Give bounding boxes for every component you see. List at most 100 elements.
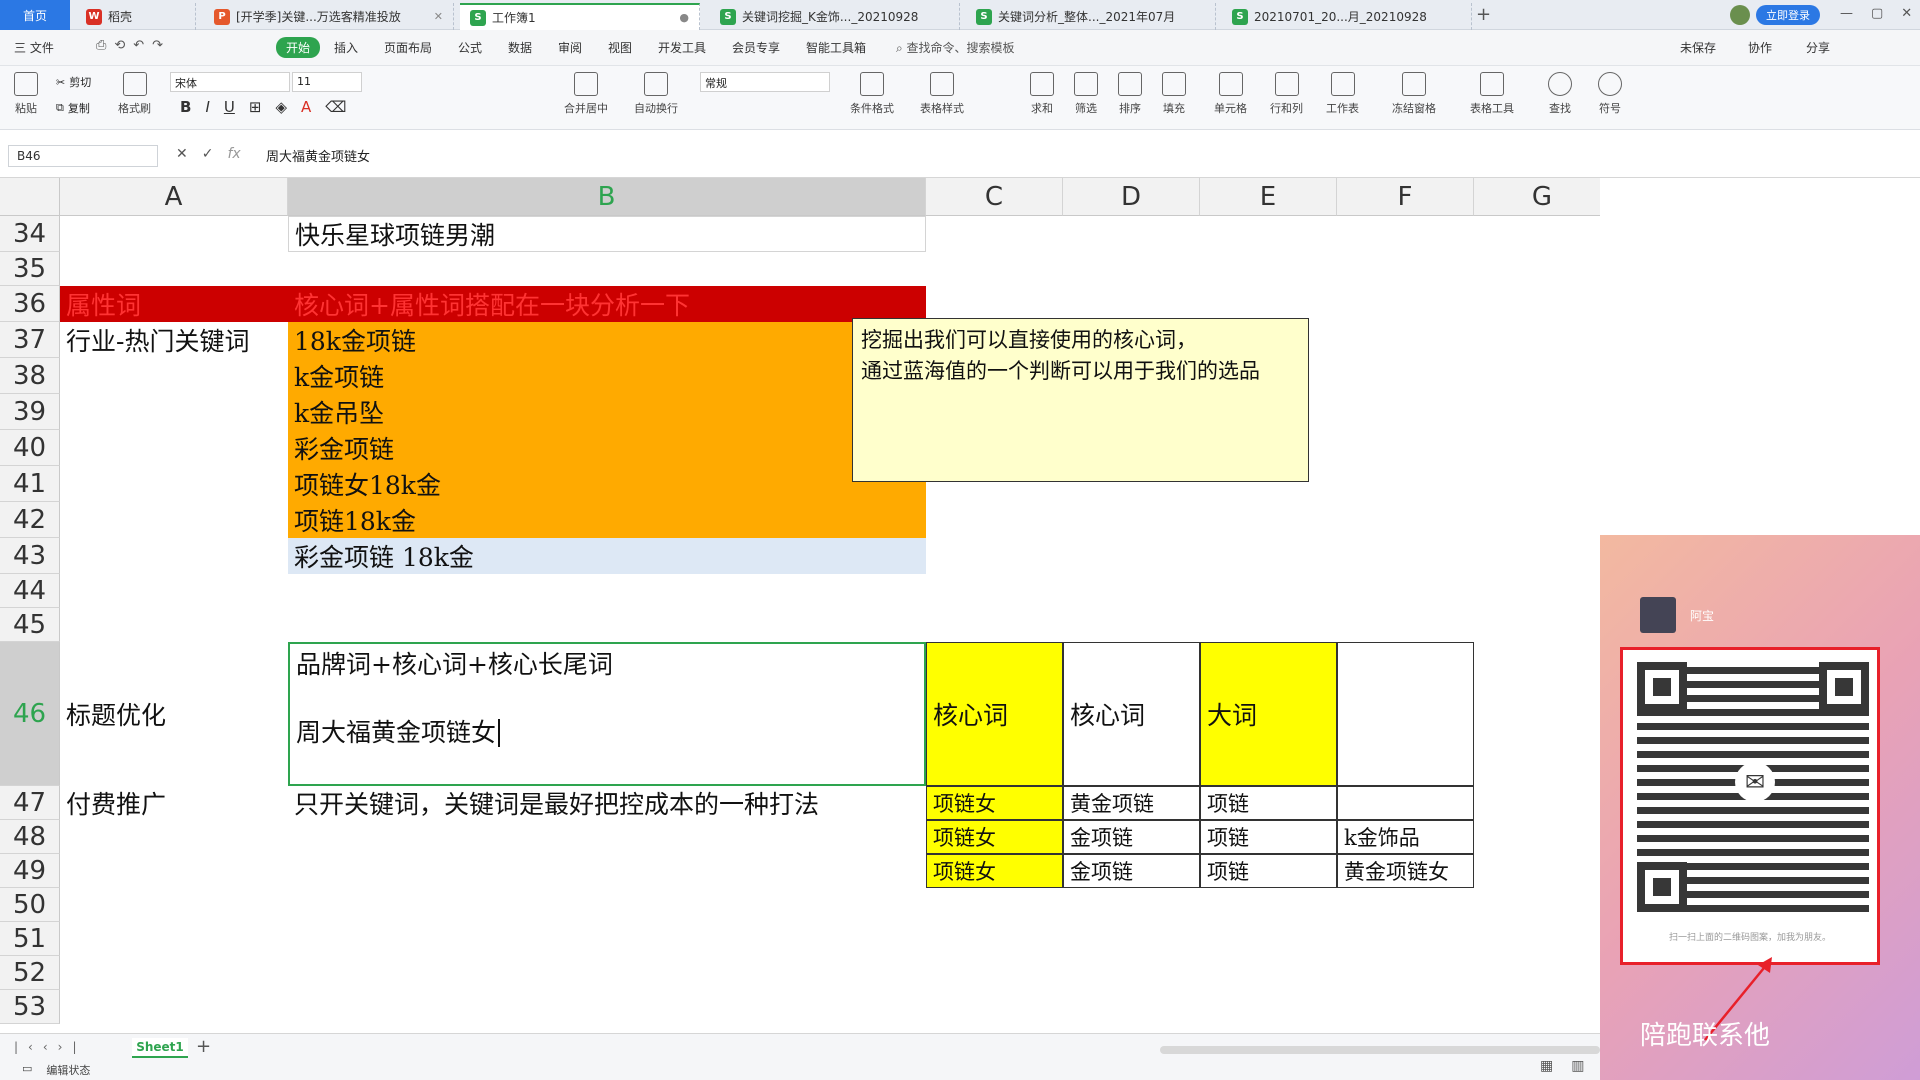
- column-header-g[interactable]: G: [1474, 178, 1600, 216]
- collaborate-button[interactable]: 协作: [1748, 39, 1772, 56]
- row-header[interactable]: 50: [0, 888, 60, 922]
- cell-b46-active[interactable]: 品牌词+核心词+核心长尾词 周大福黄金项链女: [288, 642, 926, 786]
- cell-d48[interactable]: 金项链: [1063, 820, 1200, 854]
- home-tab[interactable]: 首页: [0, 0, 70, 30]
- row-header-active[interactable]: 46: [0, 642, 60, 786]
- row-header[interactable]: 37: [0, 322, 60, 358]
- tab-keyword-mining[interactable]: S 关键词挖掘_K金饰..._20210928: [710, 3, 960, 30]
- page-view-icon[interactable]: ▥: [1571, 1058, 1584, 1074]
- horizontal-scrollbar[interactable]: [1160, 1046, 1600, 1054]
- underline-button[interactable]: U: [224, 98, 235, 116]
- cell-b34[interactable]: 快乐星球项链男潮: [288, 216, 926, 252]
- avatar[interactable]: [1730, 5, 1750, 25]
- column-header-a[interactable]: A: [60, 178, 288, 216]
- cell-e46[interactable]: 大词: [1200, 642, 1337, 786]
- row-header[interactable]: 45: [0, 608, 60, 642]
- cell-d49[interactable]: 金项链: [1063, 854, 1200, 888]
- sheet-tab-sheet1[interactable]: Sheet1: [132, 1038, 188, 1058]
- command-search[interactable]: ⌕ 查找命令、搜索模板: [896, 39, 1015, 56]
- column-header-e[interactable]: E: [1200, 178, 1337, 216]
- tab-data-file[interactable]: S 20210701_20...月_20210928: [1222, 3, 1472, 30]
- cut-button[interactable]: ✂ 剪切: [56, 74, 91, 90]
- add-sheet-icon[interactable]: +: [196, 1036, 211, 1057]
- cell-e47[interactable]: 项链: [1200, 786, 1337, 820]
- row-header[interactable]: 52: [0, 956, 60, 990]
- select-all-corner[interactable]: [0, 178, 60, 216]
- maximize-icon[interactable]: ▢: [1871, 6, 1883, 21]
- cell-a47[interactable]: 付费推广: [60, 786, 288, 820]
- freeze-panes-button[interactable]: 冻结窗格: [1392, 72, 1436, 116]
- file-menu[interactable]: 三 文件: [14, 39, 54, 56]
- row-header[interactable]: 49: [0, 854, 60, 888]
- row-header[interactable]: 51: [0, 922, 60, 956]
- table-style-button[interactable]: 表格样式: [920, 72, 964, 116]
- number-format-select[interactable]: 常规: [700, 72, 830, 92]
- column-header-f[interactable]: F: [1337, 178, 1474, 216]
- cell-a36[interactable]: 属性词: [60, 286, 288, 322]
- fill-button[interactable]: 填充: [1162, 72, 1186, 116]
- row-header[interactable]: 48: [0, 820, 60, 854]
- copy-button[interactable]: ⧉ 复制: [56, 100, 90, 116]
- clear-icon[interactable]: ⌫: [325, 98, 346, 116]
- cell-button[interactable]: 单元格: [1214, 72, 1247, 116]
- row-col-button[interactable]: 行和列: [1270, 72, 1303, 116]
- menu-smart-tools[interactable]: 智能工具箱: [806, 39, 866, 56]
- menu-view[interactable]: 视图: [608, 39, 632, 56]
- row-header[interactable]: 41: [0, 466, 60, 502]
- cell-f47[interactable]: [1337, 786, 1474, 820]
- cell-c46[interactable]: 核心词: [926, 642, 1063, 786]
- conditional-format-button[interactable]: 条件格式: [850, 72, 894, 116]
- row-header[interactable]: 47: [0, 786, 60, 820]
- menu-page-layout[interactable]: 页面布局: [384, 39, 432, 56]
- sort-button[interactable]: 排序: [1118, 72, 1142, 116]
- row-header[interactable]: 34: [0, 216, 60, 252]
- cell-a46[interactable]: 标题优化: [60, 642, 288, 786]
- cell-b36[interactable]: 核心词+属性词搭配在一块分析一下: [288, 286, 926, 322]
- font-size-select[interactable]: 11: [292, 72, 362, 92]
- unsaved-status[interactable]: 未保存: [1680, 39, 1716, 56]
- table-tools-button[interactable]: 表格工具: [1470, 72, 1514, 116]
- cell-b39[interactable]: k金吊坠: [288, 394, 926, 430]
- cell-b42[interactable]: 项链18k金: [288, 502, 926, 538]
- bold-button[interactable]: B: [180, 98, 191, 116]
- find-button[interactable]: 查找: [1548, 72, 1572, 116]
- cell-f49[interactable]: 黄金项链女: [1337, 854, 1474, 888]
- merge-center-button[interactable]: 合并居中: [564, 72, 608, 116]
- tab-docer[interactable]: W 稻壳: [76, 3, 196, 30]
- cell-e49[interactable]: 项链: [1200, 854, 1337, 888]
- share-button[interactable]: 分享: [1806, 39, 1830, 56]
- font-color-icon[interactable]: A: [301, 98, 311, 116]
- cell-c48[interactable]: 项链女: [926, 820, 1063, 854]
- minimize-icon[interactable]: —: [1840, 6, 1853, 21]
- menu-review[interactable]: 审阅: [558, 39, 582, 56]
- cancel-icon[interactable]: ✕: [176, 146, 188, 162]
- tab-workbook1[interactable]: S 工作簿1 ●: [460, 3, 700, 30]
- cell-a37[interactable]: 行业-热门关键词: [60, 322, 288, 358]
- sum-button[interactable]: 求和: [1030, 72, 1054, 116]
- row-header[interactable]: 35: [0, 252, 60, 286]
- cell-f46[interactable]: [1337, 642, 1474, 786]
- font-family-select[interactable]: 宋体: [170, 72, 290, 92]
- column-header-c[interactable]: C: [926, 178, 1063, 216]
- row-header[interactable]: 42: [0, 502, 60, 538]
- wrap-text-button[interactable]: 自动换行: [634, 72, 678, 116]
- spreadsheet-grid[interactable]: A B C D E F G H I 34 35 36 37 38 39 40 4…: [0, 178, 1600, 1033]
- menu-start[interactable]: 开始: [276, 37, 321, 58]
- column-header-d[interactable]: D: [1063, 178, 1200, 216]
- cell-b43[interactable]: 彩金项链 18k金: [288, 538, 926, 574]
- formula-input[interactable]: 周大福黄金项链女: [266, 146, 370, 165]
- fx-icon[interactable]: fx: [227, 146, 240, 162]
- confirm-icon[interactable]: ✓: [202, 146, 214, 162]
- menu-formula[interactable]: 公式: [458, 39, 482, 56]
- cell-c49[interactable]: 项链女: [926, 854, 1063, 888]
- sheet-nav-arrows[interactable]: |‹‹›|: [14, 1040, 86, 1054]
- symbol-button[interactable]: 符号: [1598, 72, 1622, 116]
- cell-f48[interactable]: k金饰品: [1337, 820, 1474, 854]
- tab-keyword-analysis[interactable]: S 关键词分析_整体..._2021年07月: [966, 3, 1216, 30]
- border-icon[interactable]: ⊞: [249, 98, 262, 116]
- row-header[interactable]: 53: [0, 990, 60, 1024]
- cell-b47[interactable]: 只开关键词，关键词是最好把控成本的一种打法: [288, 786, 926, 820]
- worksheet-button[interactable]: 工作表: [1326, 72, 1359, 116]
- cell-c47[interactable]: 项链女: [926, 786, 1063, 820]
- row-header[interactable]: 43: [0, 538, 60, 574]
